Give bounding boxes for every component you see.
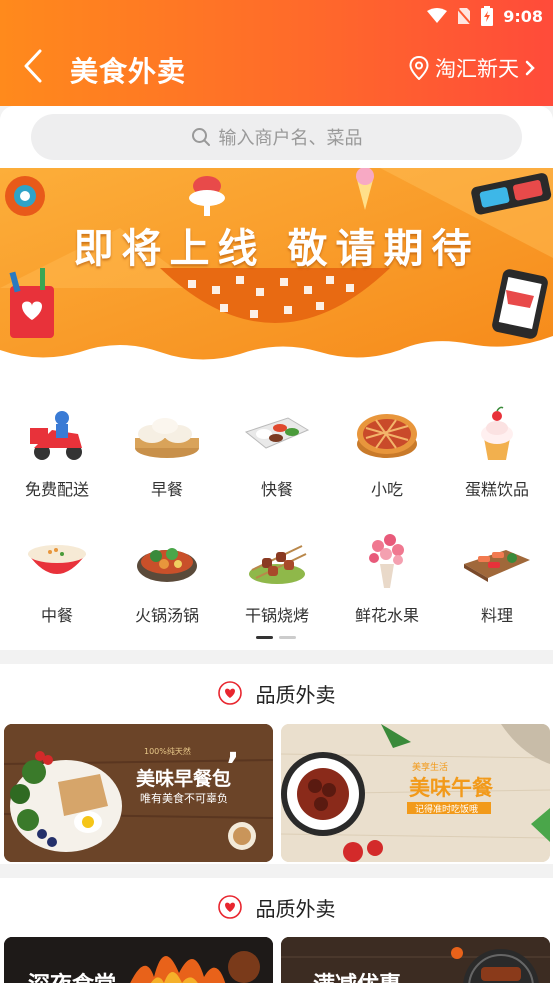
category-label: 料理	[480, 606, 513, 625]
category-label: 小吃	[370, 480, 403, 499]
category-label: 快餐	[260, 480, 293, 499]
chevron-right-icon	[525, 60, 535, 76]
page-title: 美食外卖	[70, 55, 187, 88]
promo-subtitle: 唯有美食不可辜负	[140, 792, 228, 805]
no-sim-icon	[457, 7, 472, 25]
lunch-promo-card[interactable]: 美享生活 美味午餐 记得准时吃饭哦	[281, 724, 550, 862]
heart-icon	[217, 681, 242, 705]
section-header: 品质外卖	[0, 878, 553, 936]
quote-mark: ’	[226, 746, 240, 787]
pager-dot[interactable]	[279, 636, 296, 639]
congee-bowl-icon	[28, 545, 86, 574]
status-bar: 9:08	[427, 0, 543, 32]
search-input[interactable]: 输入商户名、菜品	[31, 114, 522, 160]
search-card: 输入商户名、菜品	[0, 106, 553, 168]
category-label: 免费配送	[24, 480, 89, 499]
location-selector[interactable]: 淘汇新天	[409, 53, 535, 83]
flower-bouquet-icon	[369, 534, 404, 588]
breakfast-promo-image: 100%纯天然	[4, 724, 273, 862]
section-title: 品质外卖	[255, 896, 336, 921]
sushi-board-icon	[464, 550, 530, 582]
category-breakfast[interactable]: 早餐	[112, 404, 222, 500]
category-label: 中餐	[40, 606, 73, 625]
category-cuisine[interactable]: 料理	[442, 530, 552, 626]
top-bar: 9:08 美食外卖 淘汇新天	[0, 0, 553, 106]
category-flowers-fruit[interactable]: 鲜花水果	[332, 530, 442, 626]
battery-icon	[481, 6, 494, 26]
pager-dot-active[interactable]	[256, 636, 273, 639]
promo-title: 深夜食堂	[28, 967, 116, 983]
cupcake-icon	[481, 406, 513, 460]
promo-title: 美味午餐	[409, 776, 493, 800]
heart-icon	[217, 895, 242, 919]
category-label: 干锅烧烤	[244, 606, 309, 625]
search-icon	[191, 128, 210, 146]
search-placeholder: 输入商户名、菜品	[218, 128, 363, 149]
category-free-delivery[interactable]: 免费配送	[2, 404, 112, 500]
promo-title: 美味早餐包	[136, 768, 232, 790]
breakfast-promo-card[interactable]: 100%纯天然 美味早餐包 唯有美食不可辜负 ’	[4, 724, 273, 862]
category-label: 火锅汤锅	[134, 606, 199, 625]
promo-banner[interactable]: 即将上线 敬请期待	[0, 168, 553, 366]
svg-text:100%纯天然: 100%纯天然	[144, 746, 191, 756]
section-title: 品质外卖	[255, 682, 336, 707]
category-fast-food[interactable]: 快餐	[222, 404, 332, 500]
bento-tray-icon	[244, 417, 310, 449]
category-snacks[interactable]: 小吃	[332, 404, 442, 500]
quality-takeout-section-2: 品质外卖 深夜食堂 满减优惠	[0, 878, 553, 983]
category-label: 蛋糕饮品	[464, 480, 529, 499]
quality-takeout-section: 品质外卖 100%纯天然 美味早餐包 唯有美食不可辜负 ’ 美享生活 美味午餐 …	[0, 664, 553, 864]
steamed-buns-icon	[135, 418, 199, 458]
category-hotpot[interactable]: 火锅汤锅	[112, 530, 222, 626]
pie-icon	[357, 414, 417, 458]
wifi-icon	[427, 8, 448, 23]
category-dry-pot-bbq[interactable]: 干锅烧烤	[222, 530, 332, 626]
hotpot-icon	[137, 548, 197, 582]
category-label: 早餐	[150, 480, 183, 499]
banner-title: 即将上线 敬请期待	[73, 226, 480, 272]
category-pager	[256, 636, 296, 639]
section-header: 品质外卖	[0, 664, 553, 722]
delivery-scooter-icon	[30, 411, 82, 460]
skewers-icon	[249, 545, 307, 584]
location-pin-icon	[409, 56, 429, 80]
category-chinese[interactable]: 中餐	[2, 530, 112, 626]
category-grid: 免费配送 早餐 快餐 小吃 蛋糕饮品 中餐 火锅汤锅 干锅烧烤 鲜花水果 料理	[0, 366, 553, 650]
location-label: 淘汇新天	[435, 57, 519, 81]
category-cake-drinks[interactable]: 蛋糕饮品	[442, 404, 552, 500]
late-night-promo-card[interactable]: 深夜食堂	[4, 937, 273, 983]
category-label: 鲜花水果	[354, 606, 419, 625]
promo-subtitle: 记得准时吃饭哦	[415, 805, 479, 815]
back-arrow-icon[interactable]	[20, 48, 48, 84]
discount-promo-card[interactable]: 满减优惠	[281, 937, 550, 983]
status-time: 9:08	[503, 6, 543, 26]
promo-title: 满减优惠	[313, 967, 401, 983]
